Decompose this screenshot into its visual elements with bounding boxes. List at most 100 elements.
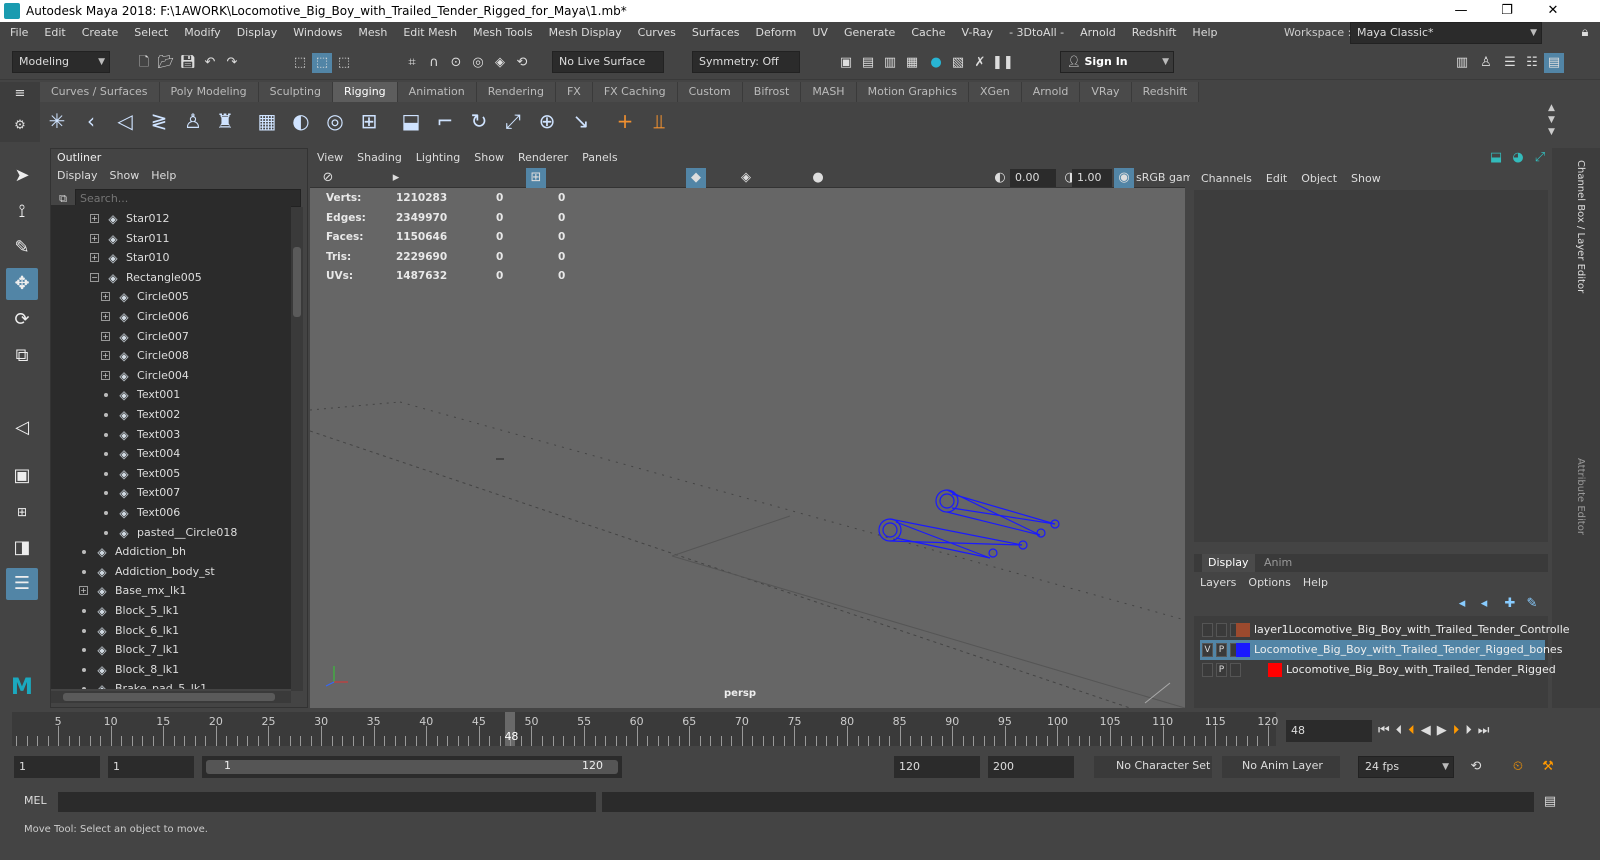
shelf-tab-redshift[interactable]: Redshift (1131, 82, 1200, 102)
pause-icon[interactable]: ❚❚ (992, 53, 1014, 73)
outliner-vscroll[interactable] (291, 207, 303, 691)
menu-deform[interactable]: Deform (747, 22, 804, 44)
select-hierarchy-icon[interactable]: ⬚ (290, 53, 310, 73)
visibility-toggle[interactable]: V (1202, 643, 1213, 657)
menu-surfaces[interactable]: Surfaces (684, 22, 748, 44)
channel-list[interactable] (1194, 190, 1548, 542)
menu-mesh-tools[interactable]: Mesh Tools (465, 22, 541, 44)
channel-menu-object[interactable]: Object (1294, 170, 1344, 188)
viewport-menu-show[interactable]: Show (467, 148, 511, 168)
outliner-row[interactable]: + ◈ Star011 (51, 229, 291, 249)
display-layer-row[interactable]: V P Locomotive_Big_Boy_with_Trailed_Tender… (1200, 640, 1562, 660)
shelf-scroll[interactable]: ▲ ▼ ▼ (1548, 102, 1560, 138)
range-slider[interactable]: 1 120 (202, 756, 622, 778)
viewport-menu-panels[interactable]: Panels (575, 148, 624, 168)
lasso-tool-icon[interactable]: ⟟ (6, 196, 38, 228)
menu-edit-mesh[interactable]: Edit Mesh (395, 22, 465, 44)
locomotive-bones-rig[interactable] (878, 489, 1060, 559)
playback-start-field[interactable]: 1 (108, 756, 194, 778)
lock-icon[interactable]: 🔒︎ (1575, 23, 1595, 43)
layer-menu-help[interactable]: Help (1297, 574, 1334, 592)
shadows-icon[interactable]: ● (808, 168, 828, 188)
viewport-canvas[interactable]: Verts: 1210283 0 0 Edges: 2349970 0 0 Faces: 1150… (310, 188, 1185, 708)
four-view-icon[interactable]: ⊞ (6, 496, 38, 528)
outliner-row[interactable]: + ◈ Star010 (51, 248, 291, 268)
outliner-row[interactable]: − ◈ Rectangle005 (51, 268, 291, 288)
snap-plane-icon[interactable]: ⟲ (512, 53, 532, 73)
menu-generate[interactable]: Generate (836, 22, 903, 44)
snap-grid-icon[interactable]: ⌗ (402, 53, 422, 73)
go-to-start-icon[interactable]: ⏮ (1378, 723, 1390, 738)
modeling-toolkit-icon[interactable]: ▥ (1452, 53, 1472, 73)
hik-icon[interactable]: ♜ (210, 106, 240, 136)
hypershade-icon[interactable]: ● (926, 53, 946, 73)
outliner-menu-display[interactable]: Display (51, 167, 104, 185)
viewport-panel[interactable]: View Shading Lighting Show Renderer Panels ⊘ … (310, 148, 1193, 708)
menu-display[interactable]: Display (229, 22, 286, 44)
gamma-field[interactable]: 1.00 (1072, 169, 1112, 187)
current-frame-field[interactable]: 48 (1286, 720, 1372, 742)
mel-label[interactable]: MEL (24, 794, 47, 807)
close-button[interactable]: ✕ (1530, 0, 1576, 22)
mel-command-input[interactable] (58, 792, 596, 812)
new-layer-icon[interactable]: ✚ (1500, 594, 1520, 614)
select-camera-icon[interactable]: ⊘ (318, 168, 338, 188)
shelf-tab-vray[interactable]: VRay (1080, 82, 1132, 102)
move-tool-icon[interactable]: ✥ (6, 268, 38, 300)
anim-layer-dropdown[interactable]: No Anim Layer (1222, 756, 1340, 778)
visibility-toggle[interactable] (1202, 623, 1213, 637)
new-layer-selected-icon[interactable]: ✎ (1522, 594, 1542, 614)
outliner-menu-show[interactable]: Show (104, 167, 146, 185)
restore-button[interactable]: ❐ (1484, 0, 1530, 22)
playback-toggle[interactable] (1216, 623, 1227, 637)
menu-redshift[interactable]: Redshift (1124, 22, 1185, 44)
ik-spline-icon[interactable]: ◁ (110, 106, 140, 136)
auto-key-icon[interactable]: ⏲ (1508, 757, 1528, 777)
render-frame-icon[interactable]: ▤ (858, 53, 878, 73)
two-view-icon[interactable]: ◨ (6, 532, 38, 564)
open-scene-icon[interactable]: 📂︎ (156, 53, 176, 73)
expand-toggle-icon[interactable]: + (79, 586, 88, 596)
prev-key-icon[interactable]: ⏴ (1408, 723, 1415, 738)
outliner-layout-icon[interactable]: ☰ (6, 568, 38, 600)
lattice-icon[interactable]: ⊞ (354, 106, 384, 136)
snap-point-icon[interactable]: ⊙ (446, 53, 466, 73)
orient-constraint-icon[interactable]: ↻ (464, 106, 494, 136)
ik-handle-icon[interactable]: ‹ (76, 106, 106, 136)
menu-file[interactable]: File (2, 22, 36, 44)
shelf-tab-motion-graphics[interactable]: Motion Graphics (856, 82, 969, 102)
playback-end-field[interactable]: 120 (894, 756, 980, 778)
pole-vector-icon[interactable]: ↘ (566, 106, 596, 136)
channel-menu-channels[interactable]: Channels (1194, 170, 1259, 188)
scale-constraint-icon[interactable]: ⤢ (498, 106, 528, 136)
outliner-row[interactable]: ◈ Text002 (51, 405, 291, 425)
select-component-icon[interactable]: ⬚ (334, 53, 354, 73)
workspace-dropdown[interactable]: Maya Classic* ▼ (1350, 22, 1542, 44)
paint-weights-icon[interactable]: ◐ (286, 106, 316, 136)
menu-curves[interactable]: Curves (630, 22, 684, 44)
go-to-end-icon[interactable]: ⏭ (1478, 723, 1490, 738)
loop-icon[interactable]: ⟲ (1466, 757, 1486, 777)
shelf-tab-fx-caching[interactable]: FX Caching (592, 82, 678, 102)
outliner-hscroll[interactable] (51, 691, 291, 703)
outliner-row[interactable]: ◈ Text005 (51, 464, 291, 484)
outliner-row[interactable]: ◈ pasted__Circle018 (51, 523, 291, 543)
cluster-icon[interactable]: ⫫ (644, 106, 674, 136)
move-layer-down-icon[interactable]: ◂ (1474, 594, 1494, 614)
shelf-tab-bifrost[interactable]: Bifrost (742, 82, 802, 102)
light-editor-icon[interactable]: ✗ (970, 53, 990, 73)
shelf-tab-custom[interactable]: Custom (677, 82, 743, 102)
end-time-field[interactable]: 200 (988, 756, 1074, 778)
step-back-icon[interactable]: ⏴ (1396, 723, 1403, 738)
attribute-editor-icon[interactable]: ☰ (1500, 53, 1520, 73)
live-surface-dropdown[interactable]: No Live Surface (552, 51, 664, 73)
script-editor-icon[interactable]: ▤ (1540, 792, 1560, 812)
paint-select-icon[interactable]: ✎ (6, 232, 38, 264)
outliner-hscroll-thumb[interactable] (63, 693, 275, 701)
rotate-tool-icon[interactable]: ⟳ (6, 304, 38, 336)
snap-curve-icon[interactable]: ∩ (424, 53, 444, 73)
shelf-tab-arnold[interactable]: Arnold (1021, 82, 1081, 102)
menu-mesh-display[interactable]: Mesh Display (541, 22, 630, 44)
move-layer-up-icon[interactable]: ◂ (1452, 594, 1472, 614)
redo-icon[interactable]: ↷ (222, 53, 242, 73)
